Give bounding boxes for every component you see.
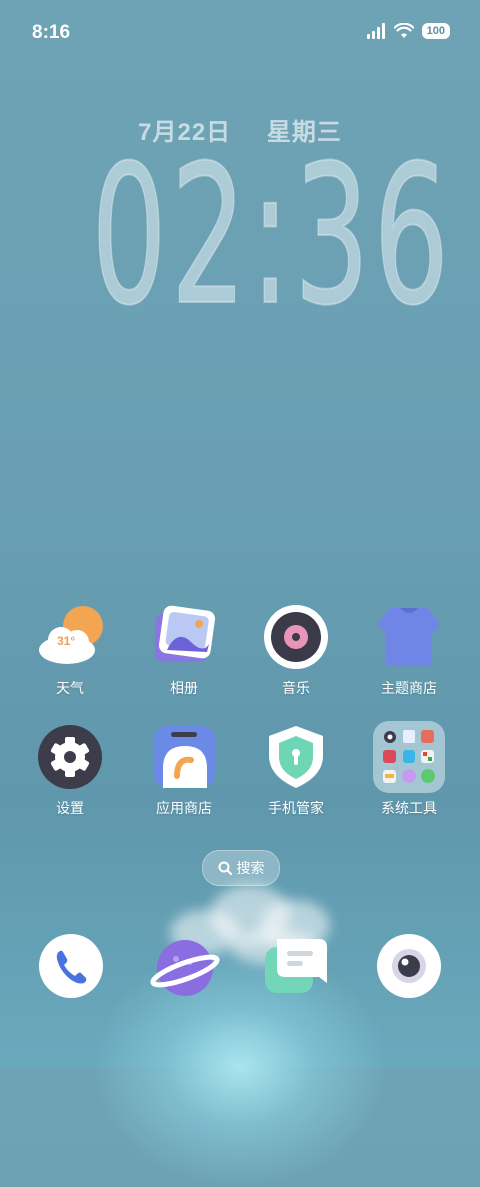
search-label: 搜索 [236,860,265,876]
app-label: 设置 [56,800,84,816]
app-phone-manager[interactable]: 手机管家 [241,724,351,818]
dock-camera[interactable] [376,933,442,999]
status-icons: 100 [366,23,450,39]
messages-icon [265,939,327,993]
shield-icon [263,724,329,790]
music-icon [263,604,329,670]
app-label: 手机管家 [268,800,324,816]
app-label: 主题商店 [381,680,437,696]
gear-icon [37,724,103,790]
tshirt-icon [376,604,442,670]
app-label: 相册 [170,680,198,696]
app-label: 应用商店 [156,800,212,816]
app-label: 系统工具 [381,800,437,816]
folder-icon [373,721,445,793]
clock-time[interactable]: 02:36 [91,131,450,343]
battery-indicator: 100 [421,23,450,39]
browser-icon [150,940,220,996]
weather-icon: 31° [37,604,103,670]
camera-icon [377,934,441,998]
app-label: 音乐 [282,680,310,696]
status-time: 8:16 [32,22,71,43]
phone-icon [39,934,103,998]
search-icon [218,861,232,875]
dock-messages[interactable] [263,933,329,999]
status-bar: 8:16 100 [0,0,480,68]
app-store-icon [151,724,217,790]
dock-phone[interactable] [38,933,104,999]
app-gallery[interactable]: 相册 [129,604,239,698]
weather-temp: 31° [57,634,76,648]
app-label: 天气 [56,680,84,696]
wifi-icon [393,23,414,38]
bottom-glow [90,947,390,1187]
app-music[interactable]: 音乐 [241,604,351,698]
dock-browser[interactable] [150,933,220,999]
app-theme-store[interactable]: 主题商店 [354,604,464,698]
search-button[interactable]: 搜索 [202,850,280,886]
gallery-icon [151,604,217,670]
app-settings[interactable]: 设置 [15,724,125,818]
app-app-store[interactable]: 应用商店 [129,724,239,818]
folder-system-tools[interactable]: 系统工具 [354,721,464,818]
signal-icon [366,23,385,39]
app-weather[interactable]: 31° 天气 [15,604,125,698]
